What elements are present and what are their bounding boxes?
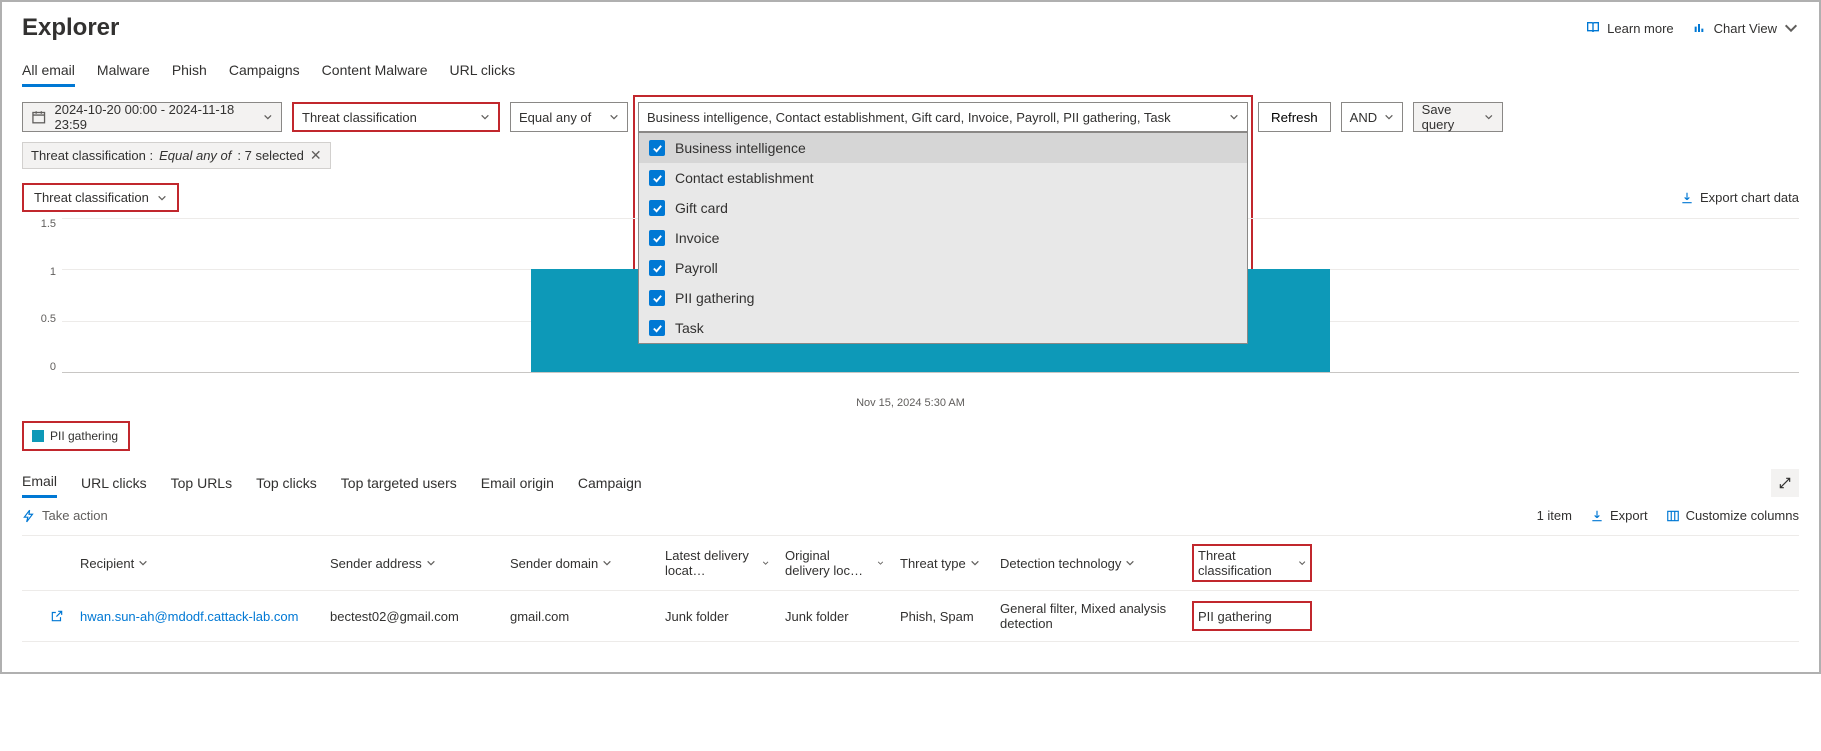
filter-bar: 2024-10-20 00:00 - 2024-11-18 23:59 Thre… — [22, 102, 1799, 132]
th-recipient[interactable]: Recipient — [72, 544, 322, 582]
checkbox-checked-icon — [649, 200, 665, 216]
option-payroll[interactable]: Payroll — [639, 253, 1247, 283]
chart-xlabel: Nov 15, 2024 5:30 AM — [22, 397, 1799, 409]
and-or-dropdown[interactable]: AND — [1341, 102, 1403, 132]
book-icon — [1585, 20, 1601, 36]
cell-domain: gmail.com — [502, 601, 657, 631]
chevron-down-icon — [970, 558, 980, 568]
chevron-down-icon — [426, 558, 436, 568]
option-invoice[interactable]: Invoice — [639, 223, 1247, 253]
checkbox-checked-icon — [649, 230, 665, 246]
calendar-icon — [31, 109, 46, 125]
tab-campaigns[interactable]: Campaigns — [229, 56, 300, 87]
subtab-url-clicks[interactable]: URL clicks — [81, 469, 147, 497]
customize-columns-link[interactable]: Customize columns — [1666, 508, 1799, 523]
chevron-down-icon — [762, 558, 769, 568]
checkbox-checked-icon — [649, 260, 665, 276]
chevron-down-icon — [138, 558, 148, 568]
option-business-intelligence[interactable]: Business intelligence — [639, 133, 1247, 163]
item-count: 1 item — [1537, 508, 1572, 523]
export-table-link[interactable]: Export — [1590, 508, 1648, 523]
chevron-down-icon — [157, 193, 167, 203]
expand-icon — [1778, 476, 1792, 490]
chart-series-dropdown[interactable]: Threat classification — [22, 183, 179, 212]
option-task[interactable]: Task — [639, 313, 1247, 343]
recipient-link[interactable]: hwan.sun-ah@mdodf.cattack-lab.com — [80, 609, 298, 624]
cell-sender: bectest02@gmail.com — [322, 601, 502, 631]
main-tabs: All email Malware Phish Campaigns Conten… — [22, 56, 1799, 88]
chevron-down-icon — [1384, 112, 1394, 122]
chevron-down-icon — [1298, 558, 1306, 568]
subtab-email-origin[interactable]: Email origin — [481, 469, 554, 497]
lightning-icon — [22, 509, 36, 523]
table-header: Recipient Sender address Sender domain L… — [22, 535, 1799, 591]
subtab-email[interactable]: Email — [22, 467, 57, 498]
filter-values-menu: Business intelligence Contact establishm… — [638, 132, 1248, 344]
option-contact-establishment[interactable]: Contact establishment — [639, 163, 1247, 193]
cell-threat-class: PII gathering — [1192, 601, 1312, 631]
take-action-link[interactable]: Take action — [22, 508, 108, 523]
filter-values-dropdown[interactable]: Business intelligence, Contact establish… — [638, 102, 1248, 132]
filter-field-dropdown[interactable]: Threat classification — [292, 102, 500, 132]
chevron-down-icon — [1229, 112, 1239, 122]
chart-legend[interactable]: PII gathering — [22, 421, 130, 451]
chevron-down-icon — [480, 112, 490, 122]
subtab-top-targeted[interactable]: Top targeted users — [341, 469, 457, 497]
refresh-button[interactable]: Refresh — [1258, 102, 1331, 132]
tab-malware[interactable]: Malware — [97, 56, 150, 87]
checkbox-checked-icon — [649, 290, 665, 306]
cell-threat-type: Phish, Spam — [892, 601, 992, 631]
chevron-down-icon — [1125, 558, 1135, 568]
th-latest[interactable]: Latest delivery locat… — [657, 544, 777, 582]
tab-content-malware[interactable]: Content Malware — [322, 56, 428, 87]
chevron-down-icon — [602, 558, 612, 568]
chevron-down-icon — [1484, 112, 1494, 122]
tab-url-clicks[interactable]: URL clicks — [450, 56, 516, 87]
date-range-dropdown[interactable]: 2024-10-20 00:00 - 2024-11-18 23:59 — [22, 102, 282, 132]
open-new-icon[interactable] — [50, 609, 64, 623]
detail-tabs: Email URL clicks Top URLs Top clicks Top… — [22, 467, 1799, 498]
download-icon — [1590, 509, 1604, 523]
chevron-down-icon — [263, 112, 273, 122]
tab-phish[interactable]: Phish — [172, 56, 207, 87]
th-detection[interactable]: Detection technology — [992, 544, 1192, 582]
results-table: Recipient Sender address Sender domain L… — [22, 535, 1799, 642]
close-icon[interactable]: ✕ — [310, 147, 322, 164]
checkbox-checked-icon — [649, 320, 665, 336]
chart-yaxis: 1.5 1 0.5 0 — [22, 218, 62, 373]
chevron-down-icon — [609, 112, 619, 122]
subtab-top-urls[interactable]: Top URLs — [171, 469, 232, 497]
checkbox-checked-icon — [649, 140, 665, 156]
columns-icon — [1666, 509, 1680, 523]
save-query-dropdown[interactable]: Save query — [1413, 102, 1503, 132]
learn-more-link[interactable]: Learn more — [1585, 20, 1673, 36]
expand-button[interactable] — [1771, 469, 1799, 497]
tab-all-email[interactable]: All email — [22, 56, 75, 87]
checkbox-checked-icon — [649, 170, 665, 186]
cell-latest: Junk folder — [657, 601, 777, 631]
page-title: Explorer — [22, 14, 119, 42]
option-gift-card[interactable]: Gift card — [639, 193, 1247, 223]
cell-detection: General filter, Mixed analysis detection — [992, 601, 1192, 631]
th-threat-type[interactable]: Threat type — [892, 544, 992, 582]
th-original[interactable]: Original delivery loc… — [777, 544, 892, 582]
filter-pill[interactable]: Threat classification : Equal any of : 7… — [22, 142, 331, 169]
option-pii-gathering[interactable]: PII gathering — [639, 283, 1247, 313]
chart-view-dropdown[interactable]: Chart View — [1692, 20, 1799, 36]
subtab-campaign[interactable]: Campaign — [578, 469, 642, 497]
chevron-down-icon — [877, 558, 884, 568]
cell-original: Junk folder — [777, 601, 892, 631]
chevron-down-icon — [1783, 20, 1799, 36]
th-sender[interactable]: Sender address — [322, 544, 502, 582]
th-threat-class[interactable]: Threat classification — [1192, 544, 1312, 582]
download-icon — [1680, 191, 1694, 205]
table-row[interactable]: hwan.sun-ah@mdodf.cattack-lab.com bectes… — [22, 591, 1799, 642]
chart-icon — [1692, 20, 1708, 36]
th-domain[interactable]: Sender domain — [502, 544, 657, 582]
legend-swatch — [32, 430, 44, 442]
export-chart-link[interactable]: Export chart data — [1680, 190, 1799, 205]
subtab-top-clicks[interactable]: Top clicks — [256, 469, 317, 497]
filter-operator-dropdown[interactable]: Equal any of — [510, 102, 628, 132]
